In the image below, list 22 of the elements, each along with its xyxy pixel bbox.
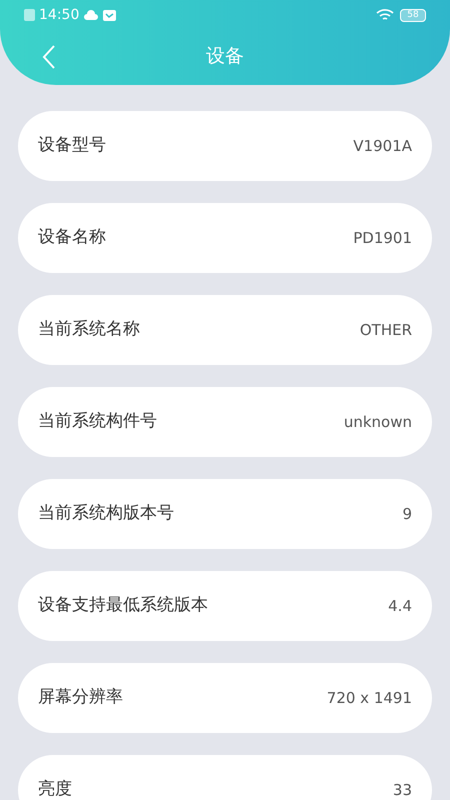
info-value: 720 x 1491 <box>326 688 412 709</box>
info-label: 设备名称 <box>38 226 106 250</box>
info-label: 屏幕分辨率 <box>38 686 123 710</box>
info-value: 9 <box>402 504 412 525</box>
info-label: 设备支持最低系统版本 <box>38 594 208 618</box>
info-label: 设备型号 <box>38 134 106 158</box>
info-label: 当前系统名称 <box>38 318 140 342</box>
info-value: OTHER <box>360 320 412 341</box>
wifi-icon <box>376 8 394 22</box>
message-icon <box>103 10 116 20</box>
info-value: 33 <box>392 780 412 800</box>
status-time: 14:50 <box>39 6 80 24</box>
battery-icon: 58 <box>400 8 426 22</box>
info-value: PD1901 <box>353 228 412 249</box>
cloud-icon <box>84 10 98 20</box>
info-value: V1901A <box>353 136 412 157</box>
info-value: 4.4 <box>388 596 412 617</box>
info-label: 亮度 <box>38 778 72 800</box>
info-value: unknown <box>344 412 412 433</box>
info-label: 当前系统构件号 <box>38 410 157 434</box>
info-label: 当前系统构版本号 <box>38 502 174 526</box>
page-title: 设备 <box>206 44 244 70</box>
